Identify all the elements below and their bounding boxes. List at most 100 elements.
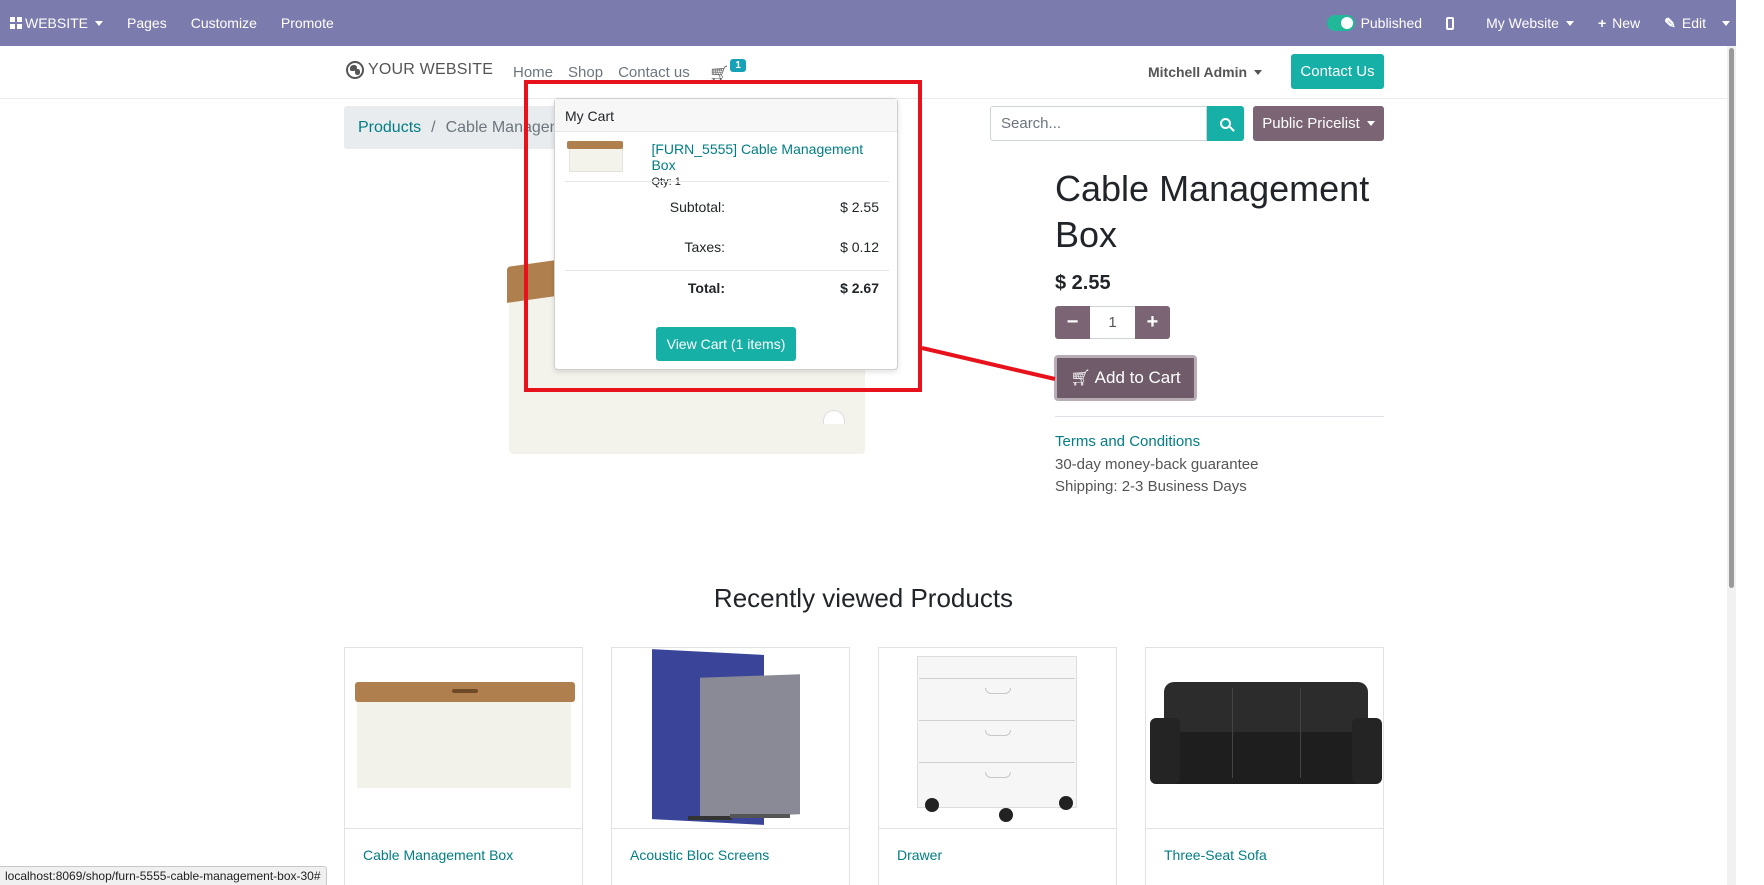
- drawer-handle: [985, 688, 1011, 694]
- logo-text: YOUR WEBSITE: [368, 61, 494, 78]
- decrease-quantity-button[interactable]: −: [1055, 306, 1090, 339]
- admin-bar-left: WEBSITE Pages Customize Promote: [0, 0, 346, 46]
- shipping-text: Shipping: 2-3 Business Days: [1055, 478, 1247, 495]
- menu-customize[interactable]: Customize: [179, 0, 269, 46]
- chevron-down-icon: [1254, 69, 1263, 75]
- sofa-seat: [1152, 732, 1380, 784]
- drawer-wheel: [925, 798, 939, 812]
- box-slot: [452, 689, 478, 693]
- product-card-image: [879, 648, 1116, 829]
- published-toggle[interactable]: Published: [1315, 0, 1435, 46]
- drawer-wheel: [999, 808, 1013, 822]
- cart-count-badge: 1: [730, 59, 746, 72]
- pricelist-label: Public Pricelist: [1262, 115, 1360, 132]
- nav-shop[interactable]: Shop: [568, 64, 603, 81]
- website-switcher[interactable]: My Website: [1466, 0, 1586, 46]
- window-edge: [1736, 0, 1764, 885]
- screen-foot: [688, 816, 732, 820]
- product-card-image: [345, 648, 582, 829]
- new-button[interactable]: + New: [1586, 0, 1652, 46]
- drawer-divider: [919, 678, 1075, 679]
- product-card-name[interactable]: Drawer: [897, 847, 942, 863]
- mobile-phone-icon: [1446, 16, 1455, 30]
- website-switcher-label: My Website: [1486, 15, 1559, 31]
- chevron-down-icon: [1722, 20, 1730, 26]
- pricelist-dropdown[interactable]: Public Pricelist: [1253, 106, 1384, 141]
- screen-front-panel: [700, 674, 800, 818]
- menu-promote[interactable]: Promote: [269, 0, 346, 46]
- sofa-cushion-line: [1300, 688, 1301, 778]
- pencil-icon: ✎: [1664, 14, 1676, 31]
- nav-contact-us[interactable]: Contact us: [618, 64, 690, 81]
- product-card-name[interactable]: Three-Seat Sofa: [1164, 847, 1267, 863]
- mobile-preview-button[interactable]: [1434, 0, 1466, 46]
- user-name: Mitchell Admin: [1148, 64, 1248, 80]
- product-price: $ 2.55: [1055, 272, 1111, 294]
- shopping-cart-icon: 🛒︎: [1070, 370, 1091, 387]
- add-to-cart-button[interactable]: 🛒︎ Add to Cart: [1054, 355, 1197, 401]
- screen-foot: [730, 814, 790, 818]
- nav-home[interactable]: Home: [513, 64, 553, 81]
- drawer-divider: [919, 720, 1075, 721]
- product-card-name[interactable]: Cable Management Box: [363, 847, 513, 863]
- product-card-image: [612, 648, 849, 829]
- main-nav: Home Shop Contact us: [513, 64, 705, 81]
- product-card-name[interactable]: Acoustic Bloc Screens: [630, 847, 769, 863]
- search-input[interactable]: [990, 106, 1207, 141]
- add-to-cart-label: Add to Cart: [1094, 368, 1181, 387]
- product-title: Cable Management Box: [1055, 168, 1370, 255]
- search-icon: [1220, 118, 1231, 129]
- breadcrumb-separator: /: [431, 118, 436, 136]
- plus-icon: +: [1597, 15, 1607, 31]
- chevron-down-icon: [95, 20, 104, 26]
- terms-and-conditions-link[interactable]: Terms and Conditions: [1055, 433, 1200, 450]
- apps-grid-icon: [10, 17, 22, 29]
- product-card[interactable]: Cable Management Box: [344, 647, 583, 885]
- box-body: [357, 700, 571, 788]
- edit-button[interactable]: ✎ Edit: [1652, 0, 1718, 46]
- chevron-down-icon: [1366, 121, 1375, 126]
- sofa-arm: [1150, 718, 1180, 784]
- drawer-handle: [985, 772, 1011, 778]
- more-options-button[interactable]: [1718, 0, 1736, 46]
- site-logo[interactable]: YOUR WEBSITE: [346, 61, 493, 79]
- drawer-handle: [985, 730, 1011, 736]
- website-app-menu[interactable]: WEBSITE: [0, 0, 115, 46]
- increase-quantity-button[interactable]: +: [1135, 306, 1170, 339]
- quantity-stepper: − +: [1055, 306, 1170, 339]
- admin-bar-right: Published My Website + New ✎ Edit: [1315, 0, 1736, 46]
- product-card[interactable]: Drawer: [878, 647, 1117, 885]
- search-button[interactable]: [1207, 106, 1244, 141]
- status-bar-url: localhost:8069/shop/furn-5555-cable-mana…: [0, 866, 327, 885]
- drawer-divider: [919, 762, 1075, 763]
- search-bar: [990, 106, 1244, 141]
- scrollbar-thumb[interactable]: [1729, 48, 1734, 588]
- website-app-label: WEBSITE: [25, 15, 89, 31]
- toggle-switch-icon: [1326, 15, 1355, 31]
- contact-us-button[interactable]: Contact Us: [1291, 54, 1384, 89]
- annotation-line: [921, 346, 1056, 381]
- globe-icon: [346, 61, 364, 79]
- minus-icon: −: [1066, 311, 1079, 333]
- sofa-cushion-line: [1232, 688, 1233, 778]
- admin-bar: WEBSITE Pages Customize Promote Publishe…: [0, 0, 1736, 46]
- guarantee-text: 30-day money-back guarantee: [1055, 456, 1259, 473]
- product-card-image: [1146, 648, 1383, 829]
- user-menu[interactable]: Mitchell Admin: [1148, 64, 1263, 80]
- product-divider: [1055, 416, 1384, 417]
- chevron-down-icon: [1565, 20, 1574, 26]
- page-scrollbar[interactable]: [1727, 46, 1736, 885]
- recently-viewed-title: Recently viewed Products: [713, 583, 1014, 613]
- plus-icon: +: [1146, 311, 1159, 333]
- menu-pages[interactable]: Pages: [115, 0, 179, 46]
- new-label: New: [1612, 15, 1641, 31]
- drawer-wheel: [1059, 796, 1073, 810]
- sofa-arm: [1352, 718, 1382, 784]
- annotation-highlight-box: [524, 80, 922, 392]
- edit-label: Edit: [1681, 15, 1706, 31]
- product-card[interactable]: Three-Seat Sofa: [1145, 647, 1384, 885]
- breadcrumb-products-link[interactable]: Products: [358, 119, 421, 137]
- product-card[interactable]: Acoustic Bloc Screens: [611, 647, 850, 885]
- published-label: Published: [1360, 15, 1423, 31]
- quantity-input[interactable]: [1090, 306, 1135, 339]
